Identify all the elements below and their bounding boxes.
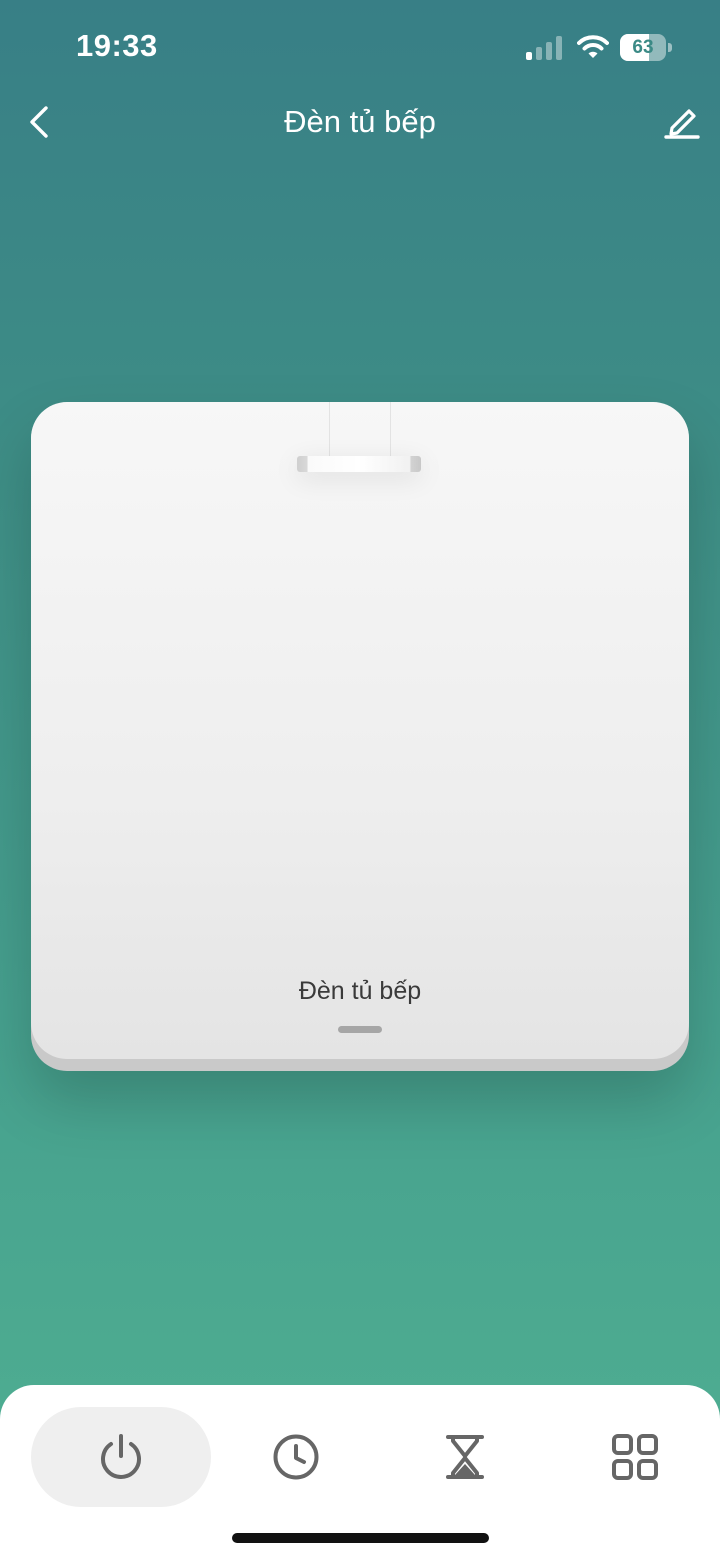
pull-handle (297, 456, 421, 472)
switch-label: Đèn tủ bếp (298, 977, 422, 1005)
battery-body: 63 (620, 34, 666, 61)
edit-button[interactable] (660, 100, 704, 144)
cellular-signal-icon (526, 36, 562, 60)
tab-schedule[interactable] (246, 1407, 346, 1507)
battery-cap (668, 43, 672, 52)
tab-power[interactable] (31, 1407, 211, 1507)
bottom-tab-bar (0, 1385, 720, 1558)
status-bar: 19:33 63 (0, 0, 720, 96)
light-switch[interactable]: Đèn tủ bếp (31, 402, 689, 1059)
hourglass-icon (446, 1435, 484, 1479)
clock-icon (273, 1434, 319, 1480)
tab-timer[interactable] (415, 1407, 515, 1507)
wifi-icon (577, 35, 609, 58)
page-title: Đèn tủ bếp (284, 104, 436, 139)
pull-string (329, 402, 391, 460)
grid-icon (612, 1434, 658, 1480)
tab-more[interactable] (585, 1407, 685, 1507)
battery-level: 63 (632, 37, 654, 58)
battery-indicator: 63 (620, 34, 672, 61)
home-indicator (232, 1533, 489, 1543)
status-time: 19:33 (76, 28, 158, 63)
switch-state-indicator (338, 1026, 382, 1033)
power-icon (101, 1434, 141, 1479)
pencil-icon (664, 109, 700, 139)
